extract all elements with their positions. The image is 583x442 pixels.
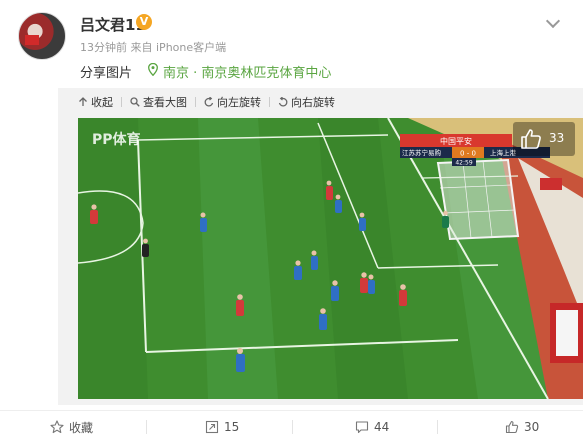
rotate-right-icon xyxy=(278,97,288,107)
scoreboard-score: 0 - 0 xyxy=(460,150,476,158)
action-divider xyxy=(437,420,438,434)
source-prefix: 来自 xyxy=(130,41,153,54)
post-meta: 13分钟前 来自 iPhone客户端 xyxy=(80,39,226,55)
post-text: 分享图片 xyxy=(80,66,133,81)
collapse-button[interactable]: 收起 xyxy=(78,94,113,110)
image-toolbar: 收起 查看大图 向左旋转 向右旋转 xyxy=(78,94,343,110)
repost-icon xyxy=(205,420,219,434)
image-like-count: 33 xyxy=(549,131,565,145)
collapse-label: 收起 xyxy=(91,96,113,109)
like-button[interactable]: 30 xyxy=(505,411,539,442)
post-source[interactable]: iPhone客户端 xyxy=(156,41,226,54)
image-like-button[interactable]: 33 xyxy=(513,122,575,156)
comment-button[interactable]: 44 xyxy=(355,411,389,442)
location-link[interactable]: 南京 · 南京奥林匹克体育中心 xyxy=(163,62,331,81)
action-divider xyxy=(146,420,147,434)
thumbs-up-icon xyxy=(521,129,541,149)
thumbs-up-icon xyxy=(505,420,519,434)
verified-badge-icon: V xyxy=(136,14,152,30)
magnifier-icon xyxy=(130,97,140,107)
scoreboard-clock: 42:59 xyxy=(455,160,472,167)
scoreboard-sponsor: 中国平安 xyxy=(440,136,472,146)
favorite-label: 收藏 xyxy=(69,420,94,435)
view-large-button[interactable]: 查看大图 xyxy=(130,94,187,110)
view-large-label: 查看大图 xyxy=(143,96,187,109)
football-pitch-image: PP体育 中国平安 江苏苏宁易购 0 - 0 上海上港 42:59 xyxy=(78,118,583,399)
arrow-up-icon xyxy=(79,97,87,106)
repost-button[interactable]: 15 xyxy=(205,411,239,442)
toolbar-divider xyxy=(195,97,196,107)
comment-icon xyxy=(355,421,369,434)
toolbar-divider xyxy=(269,97,270,107)
favorite-button[interactable]: 收藏 xyxy=(50,411,93,442)
post-time: 13分钟前 xyxy=(80,41,127,54)
scoreboard-home-team: 江苏苏宁易购 xyxy=(402,148,442,157)
like-count: 30 xyxy=(524,420,540,434)
rotate-left-button[interactable]: 向左旋转 xyxy=(204,94,261,110)
rotate-right-label: 向右旋转 xyxy=(291,96,335,109)
rotate-left-label: 向左旋转 xyxy=(217,96,261,109)
rotate-right-button[interactable]: 向右旋转 xyxy=(278,94,335,110)
toolbar-divider xyxy=(121,97,122,107)
chevron-down-icon[interactable] xyxy=(545,13,561,29)
broadcaster-logo: PP体育 xyxy=(92,131,141,148)
avatar-flag xyxy=(25,35,39,45)
action-bar: 收藏 15 44 30 xyxy=(0,410,583,442)
comment-count: 44 xyxy=(374,420,390,434)
repost-count: 15 xyxy=(224,420,240,434)
post-image[interactable]: PP体育 中国平安 江苏苏宁易购 0 - 0 上海上港 42:59 xyxy=(78,118,583,399)
location-pin-icon xyxy=(148,63,158,76)
action-divider xyxy=(292,420,293,434)
star-icon xyxy=(50,420,64,434)
avatar[interactable] xyxy=(18,12,66,60)
rotate-left-icon xyxy=(204,97,214,107)
